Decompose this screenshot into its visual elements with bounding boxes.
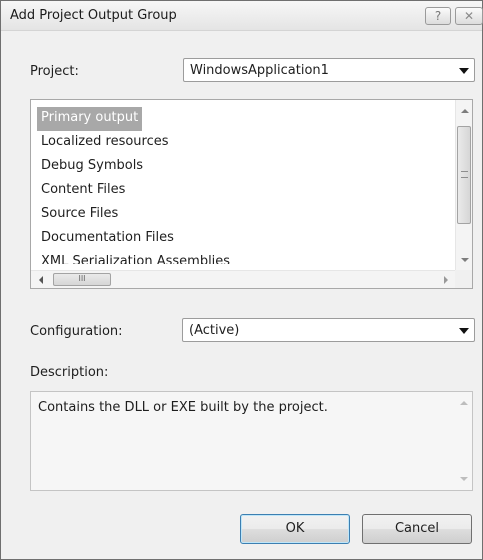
add-project-output-group-dialog: Add Project Output Group ? ✕ Project: Wi… <box>0 0 483 560</box>
list-item-label: Primary output <box>37 107 143 131</box>
scrollbar-corner <box>455 270 472 288</box>
list-item[interactable]: Primary output <box>37 107 452 131</box>
grip-icon <box>461 171 468 178</box>
grip-icon: III <box>78 274 86 283</box>
dialog-title: Add Project Output Group <box>10 8 177 23</box>
description-text: Contains the DLL or EXE built by the pro… <box>38 400 328 415</box>
help-button[interactable]: ? <box>425 7 451 25</box>
list-item-label: Localized resources <box>41 134 169 149</box>
project-dropdown[interactable]: WindowsApplication1 <box>183 58 475 82</box>
description-label: Description: <box>30 365 109 380</box>
ok-button[interactable]: OK <box>240 514 350 544</box>
chevron-down-icon <box>459 328 469 334</box>
cancel-button[interactable]: Cancel <box>362 514 472 544</box>
vertical-scroll-thumb[interactable] <box>457 126 471 224</box>
list-item[interactable]: Documentation Files <box>37 227 452 251</box>
project-label: Project: <box>30 64 79 79</box>
configuration-label: Configuration: <box>30 324 123 339</box>
output-group-list[interactable]: Primary output Localized resources Debug S… <box>30 99 473 289</box>
project-dropdown-value: WindowsApplication1 <box>190 63 329 78</box>
title-bar[interactable]: Add Project Output Group ? ✕ <box>1 1 483 31</box>
help-icon: ? <box>434 9 442 23</box>
scroll-down-icon[interactable] <box>461 258 469 262</box>
configuration-dropdown[interactable]: (Active) <box>182 318 475 342</box>
list-item-label: Debug Symbols <box>41 158 144 173</box>
scroll-up-icon <box>460 401 468 405</box>
scroll-up-icon[interactable] <box>461 109 469 113</box>
list-item[interactable]: XML Serialization Assemblies <box>37 251 452 264</box>
vertical-scrollbar[interactable] <box>455 100 472 271</box>
scroll-down-icon <box>460 477 468 481</box>
list-item[interactable]: Debug Symbols <box>37 155 452 179</box>
description-box: Contains the DLL or EXE built by the pro… <box>30 391 473 491</box>
list-item-label: Documentation Files <box>41 230 174 245</box>
configuration-dropdown-value: (Active) <box>189 323 240 338</box>
list-item[interactable]: Localized resources <box>37 131 452 155</box>
scroll-right-icon[interactable] <box>444 276 448 284</box>
horizontal-scrollbar[interactable]: III <box>31 270 456 288</box>
list-item-label: Content Files <box>41 182 126 197</box>
horizontal-scroll-thumb[interactable]: III <box>53 273 111 286</box>
close-icon: ✕ <box>463 9 475 23</box>
scroll-left-icon[interactable] <box>39 276 43 284</box>
close-button[interactable]: ✕ <box>455 7 483 25</box>
list-item[interactable]: Source Files <box>37 203 452 227</box>
chevron-down-icon <box>459 68 469 74</box>
list-item[interactable]: Content Files <box>37 179 452 203</box>
list-item-label: XML Serialization Assemblies <box>41 254 231 264</box>
description-scrollbar <box>455 392 472 490</box>
list-item-label: Source Files <box>41 206 119 221</box>
output-group-items: Primary output Localized resources Debug S… <box>37 107 452 264</box>
